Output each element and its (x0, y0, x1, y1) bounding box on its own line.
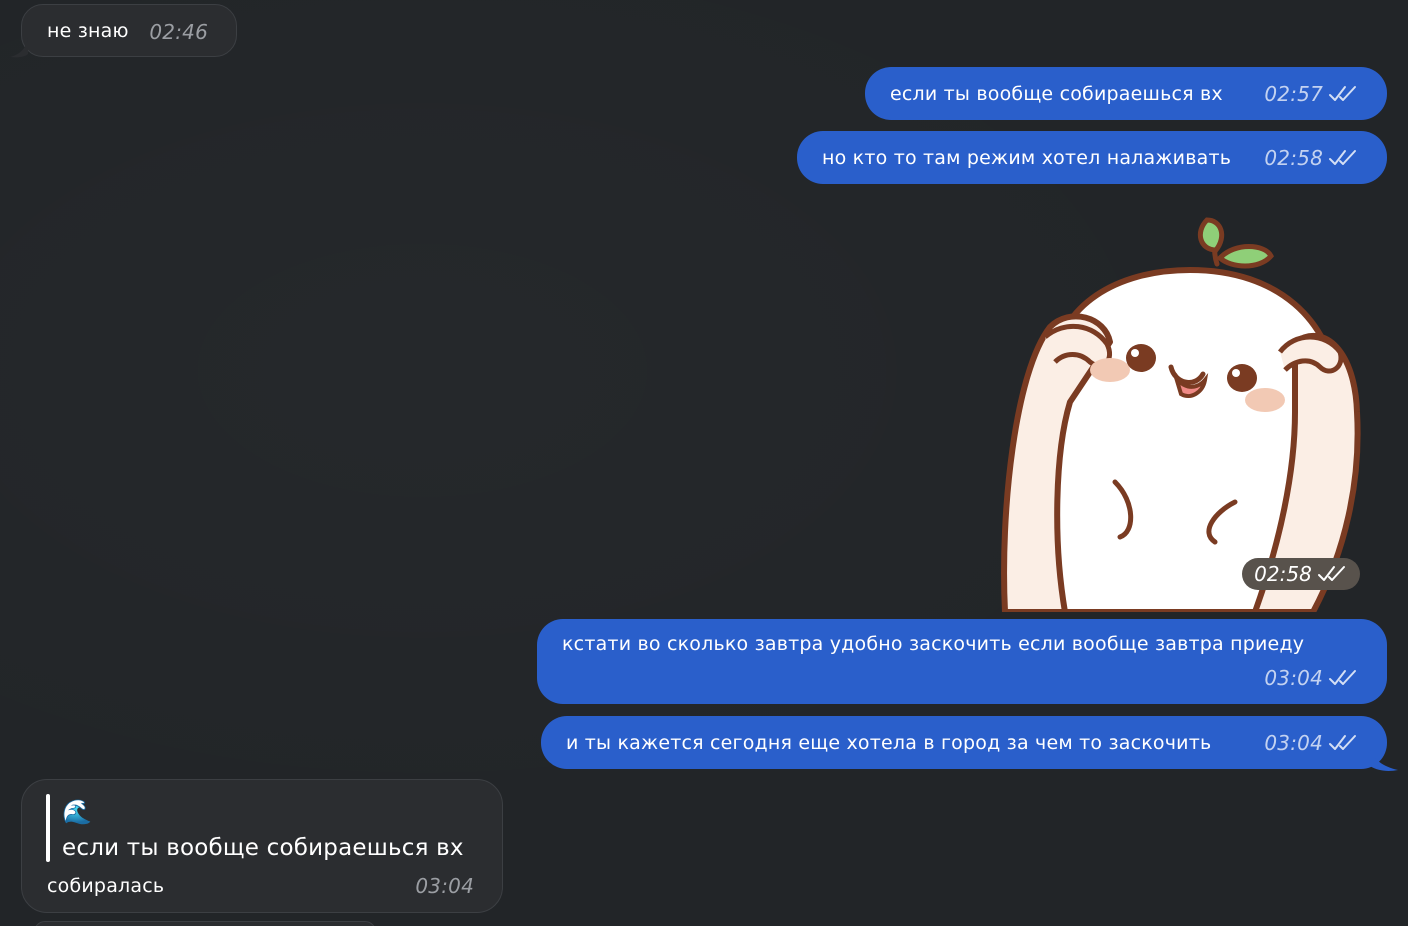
message-outgoing[interactable]: но кто то там режим хотел налаживать 02:… (797, 131, 1387, 184)
message-meta: 03:04 (1264, 731, 1359, 755)
message-time: 03:04 (415, 874, 474, 898)
message-text: не знаю (47, 19, 129, 42)
message-time: 02:57 (1264, 82, 1323, 106)
double-check-icon (1329, 670, 1356, 685)
message-meta: 02:58 (1264, 146, 1359, 170)
message-incoming-partial[interactable] (34, 921, 376, 926)
message-time: 03:04 (1264, 731, 1323, 755)
reply-emoji: 🌊 (62, 798, 93, 826)
reply-quote-bar (46, 794, 50, 862)
double-check-icon (1329, 150, 1356, 165)
message-text: собиралась (47, 875, 165, 897)
double-check-icon (1317, 566, 1345, 581)
message-outgoing[interactable]: и ты кажется сегодня еще хотела в город … (541, 716, 1387, 769)
sticker-image[interactable] (995, 212, 1367, 612)
message-text: но кто то там режим хотел налаживать (822, 146, 1232, 169)
message-text: и ты кажется сегодня еще хотела в город … (566, 731, 1212, 754)
bubble-tail (1370, 750, 1398, 771)
message-meta: 02:57 (1264, 82, 1359, 106)
double-check-icon (1329, 86, 1356, 101)
sticker-time-badge: 02:58 (1242, 558, 1360, 590)
reply-quoted-text: если ты вообще собираешься вх (62, 835, 464, 861)
message-text: если ты вообще собираешься вх (890, 82, 1223, 105)
message-time: 03:04 (1264, 666, 1323, 690)
message-time: 02:46 (149, 20, 208, 44)
chat-history: не знаю 02:46 если ты вообще собираешься… (0, 0, 1408, 926)
message-outgoing[interactable]: кстати во сколько завтра удобно заскочит… (537, 619, 1387, 704)
message-time: 02:58 (1254, 562, 1312, 586)
message-incoming[interactable]: не знаю 02:46 (21, 4, 237, 57)
message-incoming-reply[interactable]: 🌊 если ты вообще собираешься вх собирала… (21, 779, 503, 913)
message-meta: 03:04 (1264, 666, 1359, 690)
bubble-tail (10, 38, 28, 58)
message-time: 02:58 (1264, 146, 1323, 170)
message-text: кстати во сколько завтра удобно заскочит… (562, 633, 1305, 655)
message-outgoing[interactable]: если ты вообще собираешься вх 02:57 (865, 67, 1387, 120)
double-check-icon (1329, 735, 1356, 750)
